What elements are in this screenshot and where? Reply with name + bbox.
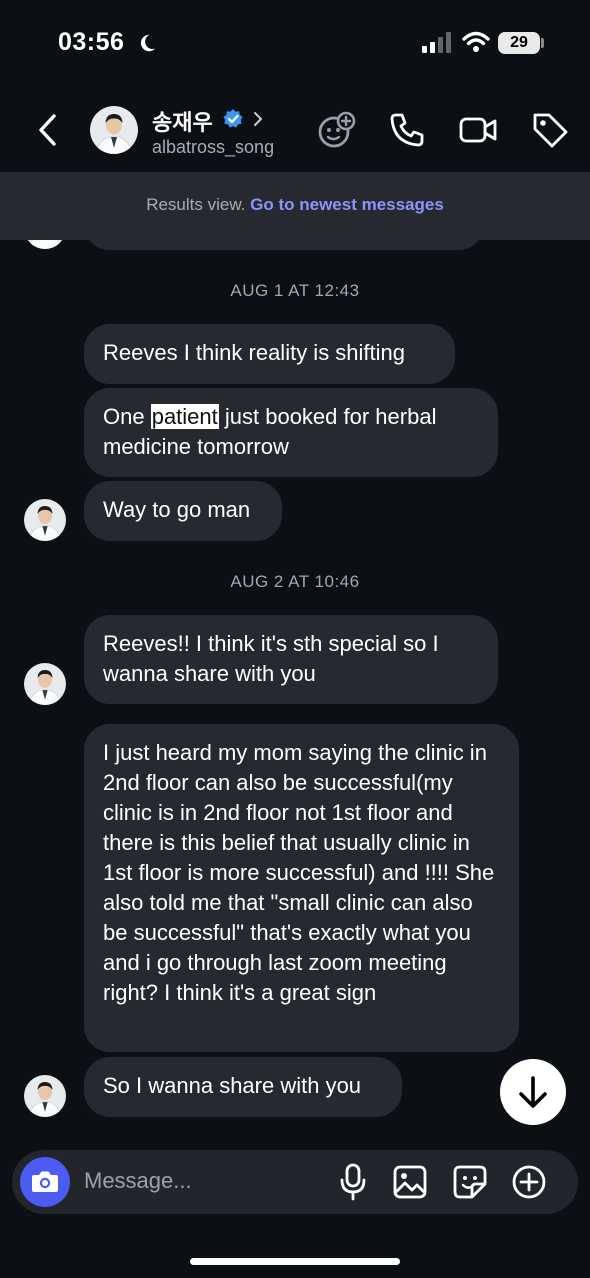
message-text: Reeves I think reality is shifting — [103, 340, 406, 365]
avatar[interactable] — [24, 663, 66, 705]
message-text: Reeves!! I think it's sth special so I w… — [103, 631, 439, 686]
cellular-signal-icon — [422, 32, 451, 53]
add-plus-icon[interactable] — [511, 1164, 547, 1200]
message-input[interactable]: Message... — [84, 1168, 192, 1194]
verified-badge-icon — [223, 109, 243, 128]
message-bubble[interactable]: Reeves!! I think it's sth special so I w… — [84, 615, 498, 704]
microphone-icon[interactable] — [338, 1163, 368, 1201]
scroll-to-bottom-button[interactable] — [500, 1059, 566, 1125]
tag-icon[interactable] — [530, 110, 570, 150]
highlighted-search-match: patient — [150, 404, 219, 429]
message-text: I just heard my mom saying the clinic in… — [103, 740, 495, 1005]
message-text: Way to go man — [103, 497, 251, 522]
contact-name[interactable]: 송재우 — [152, 105, 213, 137]
banner-text: Results view. — [146, 195, 246, 214]
status-time: 03:56 — [58, 28, 125, 56]
timestamp: AUG 1 AT 12:43 — [230, 281, 360, 300]
go-to-newest-link[interactable]: Go to newest messages — [250, 195, 444, 214]
phone-call-icon[interactable] — [387, 110, 427, 150]
avatar[interactable] — [24, 499, 66, 541]
camera-icon — [32, 1171, 58, 1192]
message-bubble[interactable]: Way to go man — [84, 481, 282, 541]
timestamp: AUG 2 AT 10:46 — [230, 572, 360, 591]
add-person-effect-icon[interactable] — [316, 110, 356, 150]
gallery-icon[interactable] — [392, 1164, 428, 1200]
message-text-prefix: One — [103, 404, 151, 429]
message-text: So I wanna share with you — [103, 1073, 362, 1098]
contact-username[interactable]: albatross_song — [152, 137, 274, 158]
avatar[interactable] — [24, 1075, 66, 1117]
home-indicator — [190, 1258, 400, 1265]
battery-tip — [541, 38, 544, 48]
message-bubble[interactable]: One patient just booked for herbal medic… — [84, 388, 498, 477]
moon-icon — [140, 34, 156, 52]
contact-avatar[interactable] — [90, 106, 138, 154]
message-bubble[interactable]: Reeves I think reality is shifting — [84, 324, 455, 384]
battery-indicator: 29 — [498, 32, 540, 54]
video-call-icon[interactable] — [458, 110, 498, 150]
message-bubble[interactable]: So I wanna share with you — [84, 1057, 402, 1117]
camera-button[interactable] — [20, 1157, 70, 1207]
arrow-down-icon — [519, 1076, 547, 1108]
wifi-icon — [462, 31, 490, 52]
sticker-icon[interactable] — [452, 1164, 488, 1200]
chevron-right-icon[interactable] — [252, 111, 264, 127]
results-banner: Results view. Go to newest messages — [0, 172, 590, 240]
message-bubble[interactable]: I just heard my mom saying the clinic in… — [84, 724, 519, 1052]
back-arrow-icon[interactable] — [34, 112, 62, 148]
